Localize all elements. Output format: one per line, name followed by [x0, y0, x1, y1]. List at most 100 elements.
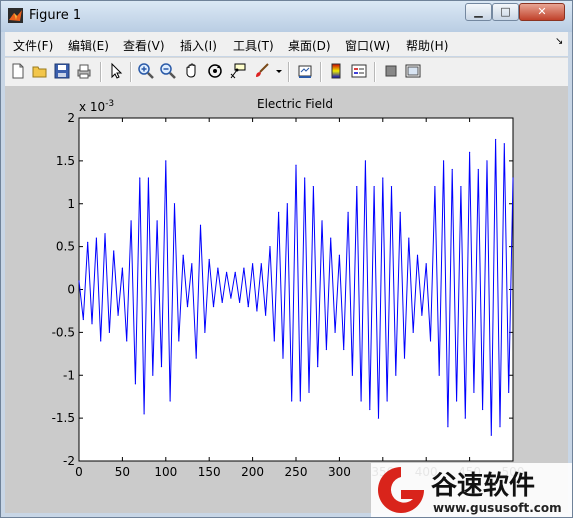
- data-point: [221, 301, 223, 303]
- data-point: [364, 160, 367, 162]
- data-point: [382, 177, 384, 179]
- data-point: [113, 250, 115, 252]
- data-point: [325, 348, 327, 351]
- data-point: [95, 237, 97, 239]
- data-point: [134, 383, 137, 385]
- y-tick-label: -0.5: [52, 325, 75, 339]
- data-point: [377, 417, 380, 419]
- data-point: [160, 366, 163, 368]
- data-point: [186, 306, 189, 308]
- data-point: [429, 340, 432, 342]
- legend-icon[interactable]: [350, 62, 368, 80]
- rotate-3d-icon[interactable]: [206, 62, 224, 80]
- y-tick-label: -2: [63, 454, 75, 468]
- data-point: [212, 306, 215, 308]
- chart-title: Electric Field: [257, 97, 333, 111]
- data-point: [139, 177, 141, 179]
- hide-plot-tools-icon[interactable]: [382, 62, 400, 80]
- title-bar[interactable]: Figure 1 ▁ □ ✕: [1, 1, 572, 32]
- menu-help[interactable]: 帮助(H): [406, 37, 448, 54]
- data-point: [143, 413, 145, 415]
- brush-icon[interactable]: [253, 62, 271, 80]
- data-point: [442, 160, 445, 162]
- data-point: [165, 160, 167, 162]
- toolbar-separator: [320, 62, 322, 82]
- figure-canvas: Electric Field x 10-3 0 50 100 150 200 250 300…: [5, 86, 568, 513]
- menu-file[interactable]: 文件(F): [13, 37, 53, 54]
- data-point: [321, 220, 323, 222]
- data-point: [299, 400, 301, 402]
- data-point: [308, 391, 310, 393]
- x-tick-label: 150: [198, 465, 221, 479]
- data-point: [469, 151, 471, 153]
- menu-desktop[interactable]: 桌面(D): [288, 37, 331, 54]
- print-icon[interactable]: [75, 62, 93, 80]
- watermark-brand: 谷速软件: [431, 471, 535, 501]
- data-point: [108, 331, 110, 333]
- data-point: [243, 267, 245, 269]
- maximize-button[interactable]: □: [492, 3, 519, 21]
- window-title: Figure 1: [29, 8, 82, 23]
- colorbar-icon[interactable]: [327, 62, 345, 80]
- menu-tools[interactable]: 工具(T): [233, 37, 274, 54]
- data-point: [173, 203, 176, 205]
- data-point: [121, 267, 123, 269]
- data-point: [273, 340, 275, 342]
- toolbar-separator: [100, 62, 102, 82]
- menu-window[interactable]: 窗口(W): [345, 37, 390, 54]
- data-point: [438, 374, 440, 376]
- y-tick-label: 2: [67, 111, 75, 125]
- x-tick-label: 100: [154, 465, 177, 479]
- zoom-in-icon[interactable]: [137, 62, 155, 80]
- link-plot-icon[interactable]: [296, 62, 314, 80]
- data-point: [386, 400, 388, 402]
- data-point: [260, 263, 262, 265]
- data-point: [486, 160, 488, 162]
- data-point: [421, 314, 423, 316]
- data-point: [195, 357, 197, 359]
- dock-arrow-icon[interactable]: ↘: [555, 36, 563, 47]
- new-figure-icon[interactable]: [9, 62, 27, 80]
- data-point: [317, 366, 319, 368]
- show-plot-tools-icon[interactable]: [404, 62, 422, 80]
- data-point: [199, 224, 202, 226]
- menu-view[interactable]: 查看(V): [123, 37, 165, 54]
- data-cursor-icon[interactable]: [229, 62, 247, 80]
- y-tick-label: 0: [67, 283, 75, 297]
- y-tick-label: -1.5: [52, 411, 75, 425]
- data-point: [508, 391, 510, 393]
- data-point: [490, 434, 492, 436]
- data-point: [234, 271, 236, 273]
- data-point: [403, 357, 406, 359]
- data-point: [473, 391, 475, 393]
- data-point: [152, 374, 154, 376]
- data-point: [408, 237, 410, 239]
- pan-hand-icon[interactable]: [183, 62, 201, 80]
- data-point: [87, 241, 89, 243]
- data-point: [356, 186, 358, 188]
- y-exponent-base: x 10: [79, 100, 105, 114]
- data-point: [182, 254, 184, 256]
- data-point: [512, 177, 514, 179]
- close-button[interactable]: ✕: [519, 3, 565, 21]
- data-point: [156, 220, 158, 222]
- minimize-button[interactable]: ▁: [465, 3, 492, 21]
- data-point: [343, 348, 345, 351]
- data-point: [412, 331, 414, 333]
- data-point: [104, 233, 106, 235]
- edit-plot-arrow-icon[interactable]: [107, 62, 125, 80]
- zoom-out-icon[interactable]: [159, 62, 177, 80]
- data-point: [169, 400, 171, 402]
- menu-edit[interactable]: 编辑(E): [68, 37, 109, 54]
- x-tick-label: 300: [328, 465, 351, 479]
- open-file-icon[interactable]: [31, 62, 49, 80]
- data-point: [464, 417, 466, 419]
- y-exponent-label: x 10-3: [79, 99, 114, 114]
- save-icon[interactable]: [53, 62, 71, 80]
- data-point: [217, 267, 219, 269]
- electric-field-plot[interactable]: Electric Field x 10-3 0 50 100 150 200 250 300…: [5, 86, 568, 513]
- menu-insert[interactable]: 插入(I): [180, 37, 217, 54]
- watermark-logo: 谷速软件 www.gususoft.com: [371, 463, 572, 517]
- data-point: [477, 168, 479, 171]
- brush-dropdown-icon[interactable]: [275, 62, 283, 80]
